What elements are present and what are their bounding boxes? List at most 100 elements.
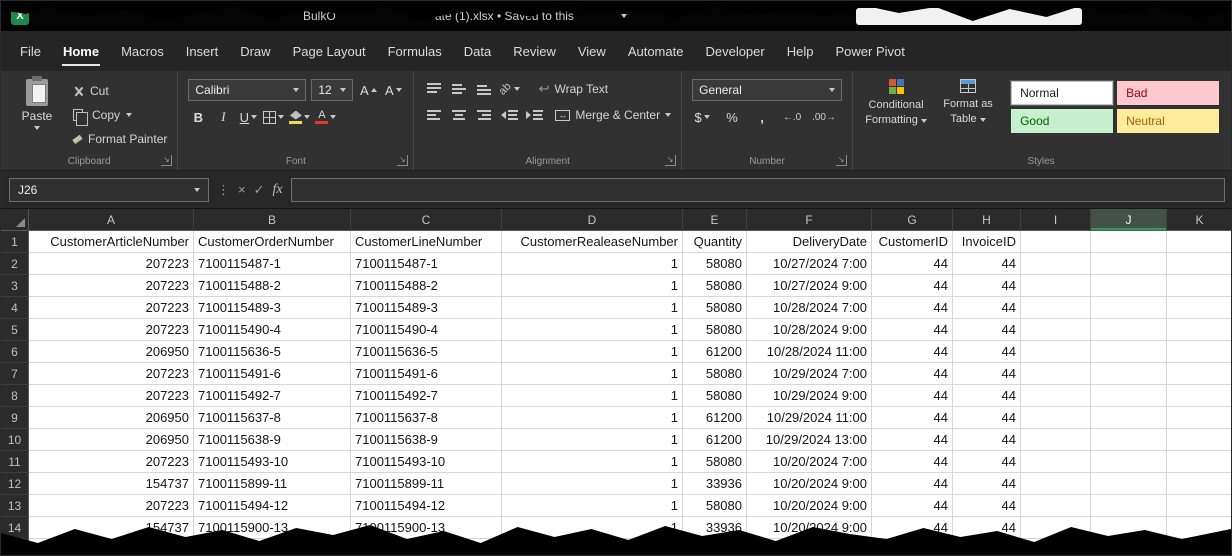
cell-B9[interactable]: 7100115637-8 (194, 407, 351, 429)
cell-K7[interactable] (1167, 363, 1231, 385)
cell-F15[interactable] (747, 539, 872, 556)
cell-D2[interactable]: 1 (502, 253, 683, 275)
cell-G3[interactable]: 44 (872, 275, 953, 297)
cell-H6[interactable]: 44 (953, 341, 1021, 363)
cell-A10[interactable]: 206950 (29, 429, 194, 451)
cell-F12[interactable]: 10/20/2024 9:00 (747, 473, 872, 495)
cell-F8[interactable]: 10/29/2024 9:00 (747, 385, 872, 407)
cell-J14[interactable] (1091, 517, 1167, 539)
cell-A13[interactable]: 207223 (29, 495, 194, 517)
font-dialog-launcher[interactable]: ↘ (397, 155, 408, 166)
align-left-button[interactable] (424, 105, 444, 125)
format-as-table-button[interactable]: Format as Table (935, 79, 1001, 126)
cell-G6[interactable]: 44 (872, 341, 953, 363)
cell-J9[interactable] (1091, 407, 1167, 429)
cell-B11[interactable]: 7100115493-10 (194, 451, 351, 473)
cell-J15[interactable] (1091, 539, 1167, 556)
cell-E6[interactable]: 61200 (683, 341, 747, 363)
cell-J1[interactable] (1091, 231, 1167, 253)
cell-E8[interactable]: 58080 (683, 385, 747, 407)
cell-I1[interactable] (1021, 231, 1091, 253)
cell-F1[interactable]: DeliveryDate (747, 231, 872, 253)
cell-J10[interactable] (1091, 429, 1167, 451)
fill-color-button[interactable] (289, 107, 310, 127)
cell-A11[interactable]: 207223 (29, 451, 194, 473)
formula-bar-splitter[interactable]: ⋮ (217, 182, 230, 198)
percent-style-button[interactable]: % (722, 107, 742, 127)
cell-E10[interactable]: 61200 (683, 429, 747, 451)
cell-D8[interactable]: 1 (502, 385, 683, 407)
enter-icon[interactable]: ✓ (254, 182, 265, 198)
cell-D3[interactable]: 1 (502, 275, 683, 297)
ribbon-tab-help[interactable]: Help (776, 31, 825, 71)
cell-J4[interactable] (1091, 297, 1167, 319)
cell-B13[interactable]: 7100115494-12 (194, 495, 351, 517)
font-name-select[interactable]: Calibri (188, 79, 306, 101)
cell-C15[interactable] (351, 539, 502, 556)
row-header-9[interactable]: 9 (1, 407, 29, 429)
cell-J6[interactable] (1091, 341, 1167, 363)
clipboard-dialog-launcher[interactable]: ↘ (161, 155, 172, 166)
cell-C4[interactable]: 7100115489-3 (351, 297, 502, 319)
cell-D1[interactable]: CustomerRealeaseNumber (502, 231, 683, 253)
cell-B12[interactable]: 7100115899-11 (194, 473, 351, 495)
cell-F6[interactable]: 10/28/2024 11:00 (747, 341, 872, 363)
cell-F14[interactable]: 10/20/2024 9:00 (747, 517, 872, 539)
comma-style-button[interactable]: , (752, 107, 772, 127)
cell-A6[interactable]: 206950 (29, 341, 194, 363)
cell-A3[interactable]: 207223 (29, 275, 194, 297)
column-header-K[interactable]: K (1167, 209, 1231, 230)
cell-A12[interactable]: 154737 (29, 473, 194, 495)
cell-I7[interactable] (1021, 363, 1091, 385)
cell-style-normal[interactable]: Normal (1011, 81, 1113, 105)
cell-F7[interactable]: 10/29/2024 7:00 (747, 363, 872, 385)
cell-A4[interactable]: 207223 (29, 297, 194, 319)
cell-J8[interactable] (1091, 385, 1167, 407)
row-header-7[interactable]: 7 (1, 363, 29, 385)
cell-I13[interactable] (1021, 495, 1091, 517)
row-header-15[interactable]: 15 (1, 539, 29, 556)
borders-button[interactable] (263, 107, 284, 127)
row-header-10[interactable]: 10 (1, 429, 29, 451)
cell-G7[interactable]: 44 (872, 363, 953, 385)
decrease-font-size-button[interactable]: A (383, 80, 403, 100)
cell-K9[interactable] (1167, 407, 1231, 429)
column-header-E[interactable]: E (683, 209, 747, 230)
cell-G9[interactable]: 44 (872, 407, 953, 429)
cell-J11[interactable] (1091, 451, 1167, 473)
cell-B7[interactable]: 7100115491-6 (194, 363, 351, 385)
cell-H13[interactable]: 44 (953, 495, 1021, 517)
cell-B2[interactable]: 7100115487-1 (194, 253, 351, 275)
cell-J7[interactable] (1091, 363, 1167, 385)
cell-F13[interactable]: 10/20/2024 9:00 (747, 495, 872, 517)
cell-D5[interactable]: 1 (502, 319, 683, 341)
cell-E3[interactable]: 58080 (683, 275, 747, 297)
cell-E13[interactable]: 58080 (683, 495, 747, 517)
row-header-1[interactable]: 1 (1, 231, 29, 253)
increase-font-size-button[interactable]: A (358, 80, 378, 100)
row-header-6[interactable]: 6 (1, 341, 29, 363)
row-header-8[interactable]: 8 (1, 385, 29, 407)
accounting-format-button[interactable]: $ (692, 107, 712, 127)
align-center-button[interactable] (449, 105, 469, 125)
cell-C2[interactable]: 7100115487-1 (351, 253, 502, 275)
cell-A5[interactable]: 207223 (29, 319, 194, 341)
cell-K1[interactable] (1167, 231, 1231, 253)
ribbon-tab-insert[interactable]: Insert (175, 31, 230, 71)
cell-B15[interactable] (194, 539, 351, 556)
column-header-H[interactable]: H (953, 209, 1021, 230)
cell-I10[interactable] (1021, 429, 1091, 451)
cell-E4[interactable]: 58080 (683, 297, 747, 319)
cell-G1[interactable]: CustomerID (872, 231, 953, 253)
cell-D15[interactable] (502, 539, 683, 556)
cell-H8[interactable]: 44 (953, 385, 1021, 407)
cell-H4[interactable]: 44 (953, 297, 1021, 319)
cell-K11[interactable] (1167, 451, 1231, 473)
ribbon-tab-home[interactable]: Home (52, 31, 110, 71)
row-header-4[interactable]: 4 (1, 297, 29, 319)
cell-K6[interactable] (1167, 341, 1231, 363)
cell-D14[interactable]: 1 (502, 517, 683, 539)
cell-F9[interactable]: 10/29/2024 11:00 (747, 407, 872, 429)
cell-F2[interactable]: 10/27/2024 7:00 (747, 253, 872, 275)
cell-G15[interactable] (872, 539, 953, 556)
